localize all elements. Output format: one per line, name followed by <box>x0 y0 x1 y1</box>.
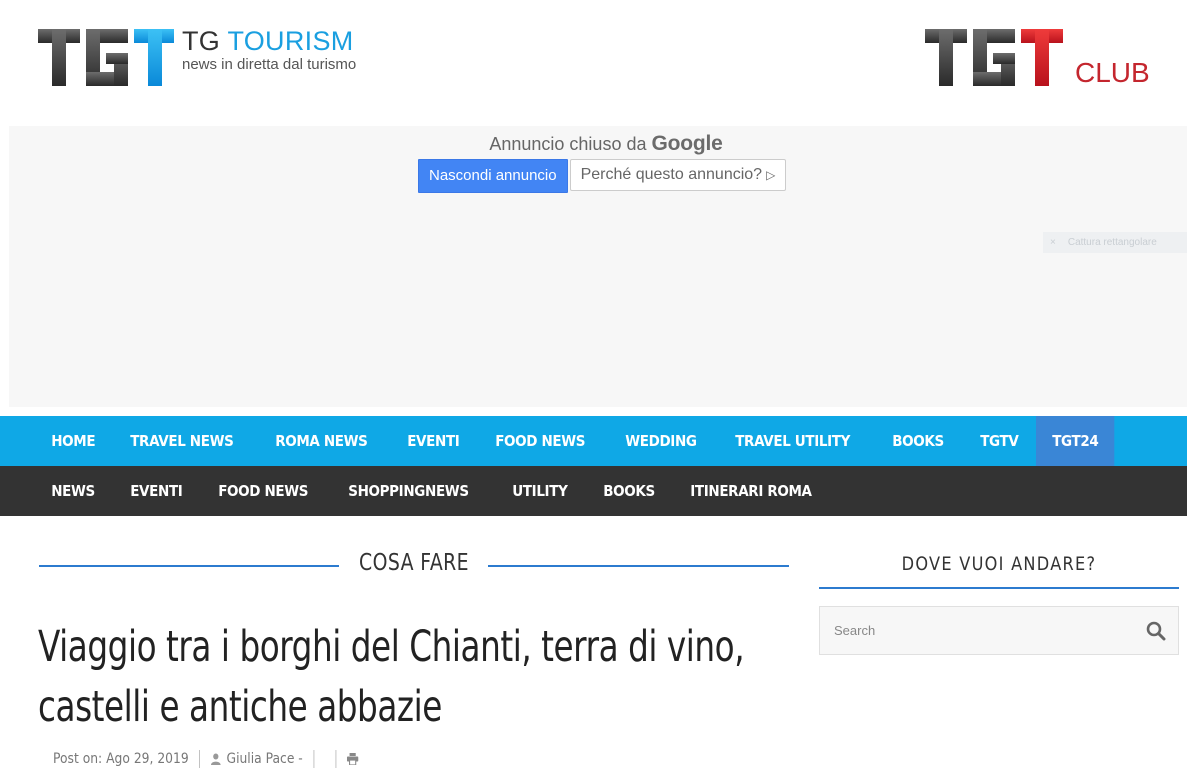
article-title: Viaggio tra i borghi del Chianti, terra … <box>38 617 798 737</box>
search-box <box>819 606 1179 655</box>
post-date: Ago 29, 2019 <box>106 751 189 767</box>
meta-divider <box>313 750 315 768</box>
subnav-item-eventi[interactable]: EVENTI <box>114 466 199 516</box>
meta-divider <box>335 750 337 768</box>
nav-item-tgtv[interactable]: TGTV <box>964 416 1035 466</box>
capture-label: Cattura rettangolare <box>1067 237 1157 248</box>
search-input[interactable] <box>820 607 1130 654</box>
ad-closed-message: Annuncio chiuso da Google <box>9 132 1187 156</box>
hide-ad-button[interactable]: Nascondi annuncio <box>418 159 568 193</box>
tgt-club-logo[interactable]: CLUB <box>925 29 1150 88</box>
tgt-logo-icon <box>38 29 174 86</box>
category-label[interactable]: COSA FARE <box>107 550 722 576</box>
subnav-item-utility[interactable]: UTILITY <box>496 466 584 516</box>
primary-nav: HOME TRAVEL NEWS ROMA NEWS EVENTI FOOD NEWS W… <box>0 416 1187 466</box>
why-this-ad-button[interactable]: Perché questo annuncio? ▷ <box>569 159 787 191</box>
close-icon[interactable]: × <box>1050 237 1056 248</box>
posted-label: Post on: <box>53 751 103 767</box>
article-title-line-1: Viaggio tra i borghi del Chianti, terra … <box>38 622 745 672</box>
nav-item-wedding[interactable]: WEDDING <box>609 416 713 466</box>
subnav-item-news[interactable]: NEWS <box>35 466 111 516</box>
sidebar-heading: DOVE VUOI ANDARE? <box>901 553 1097 575</box>
ad-banner: Annuncio chiuso da Google Nascondi annun… <box>9 126 1187 407</box>
tgt-club-logo-icon <box>925 29 1063 86</box>
brand-name: TG TOURISM <box>182 26 356 56</box>
nav-item-tgt24[interactable]: TGT24 <box>1036 416 1115 466</box>
subnav-item-shoppingnews[interactable]: SHOPPINGNEWS <box>332 466 485 516</box>
nav-item-books[interactable]: BOOKS <box>876 416 960 466</box>
secondary-nav: NEWS EVENTI FOOD NEWS SHOPPINGNEWS UTILITY BO… <box>0 466 1187 516</box>
brand-tg: TG <box>182 26 221 56</box>
article-meta: Post on: Ago 29, 2019 Giulia Pace - <box>53 750 359 768</box>
nav-item-roma-news[interactable]: ROMA NEWS <box>259 416 384 466</box>
tgtourism-logo[interactable]: TG TOURISM news in diretta dal turismo <box>38 26 357 86</box>
subnav-item-books[interactable]: BOOKS <box>587 466 671 516</box>
brand-tagline: news in diretta dal turismo <box>182 56 357 73</box>
subnav-item-itinerari-roma[interactable]: ITINERARI ROMA <box>674 466 828 516</box>
user-icon <box>211 753 221 765</box>
subnav-item-food-news[interactable]: FOOD NEWS <box>202 466 324 516</box>
google-wordmark: Google <box>651 132 723 155</box>
capture-rect-tooltip[interactable]: × Cattura rettangolare <box>1043 232 1187 253</box>
category-heading: COSA FARE <box>39 548 789 584</box>
author-link[interactable]: Giulia Pace - <box>227 751 303 767</box>
site-header: TG TOURISM news in diretta dal turismo C… <box>0 0 1187 126</box>
article-title-line-2: castelli e antiche abbazie <box>38 682 442 732</box>
ad-closed-text: Annuncio chiuso da <box>489 134 647 154</box>
why-this-ad-label: Perché questo annuncio? <box>580 166 763 183</box>
print-icon[interactable] <box>346 753 359 765</box>
nav-item-travel-news[interactable]: TRAVEL NEWS <box>114 416 250 466</box>
nav-item-home[interactable]: HOME <box>35 416 111 466</box>
sidebar-divider <box>819 587 1179 589</box>
search-icon[interactable] <box>1146 621 1166 641</box>
adchoices-icon: ▷ <box>766 168 776 182</box>
nav-item-eventi[interactable]: EVENTI <box>391 416 476 466</box>
meta-divider <box>199 750 201 768</box>
brand-tourism: TOURISM <box>227 26 354 56</box>
nav-item-travel-utility[interactable]: TRAVEL UTILITY <box>719 416 866 466</box>
nav-item-food-news[interactable]: FOOD NEWS <box>479 416 601 466</box>
club-label: CLUB <box>1075 57 1150 88</box>
